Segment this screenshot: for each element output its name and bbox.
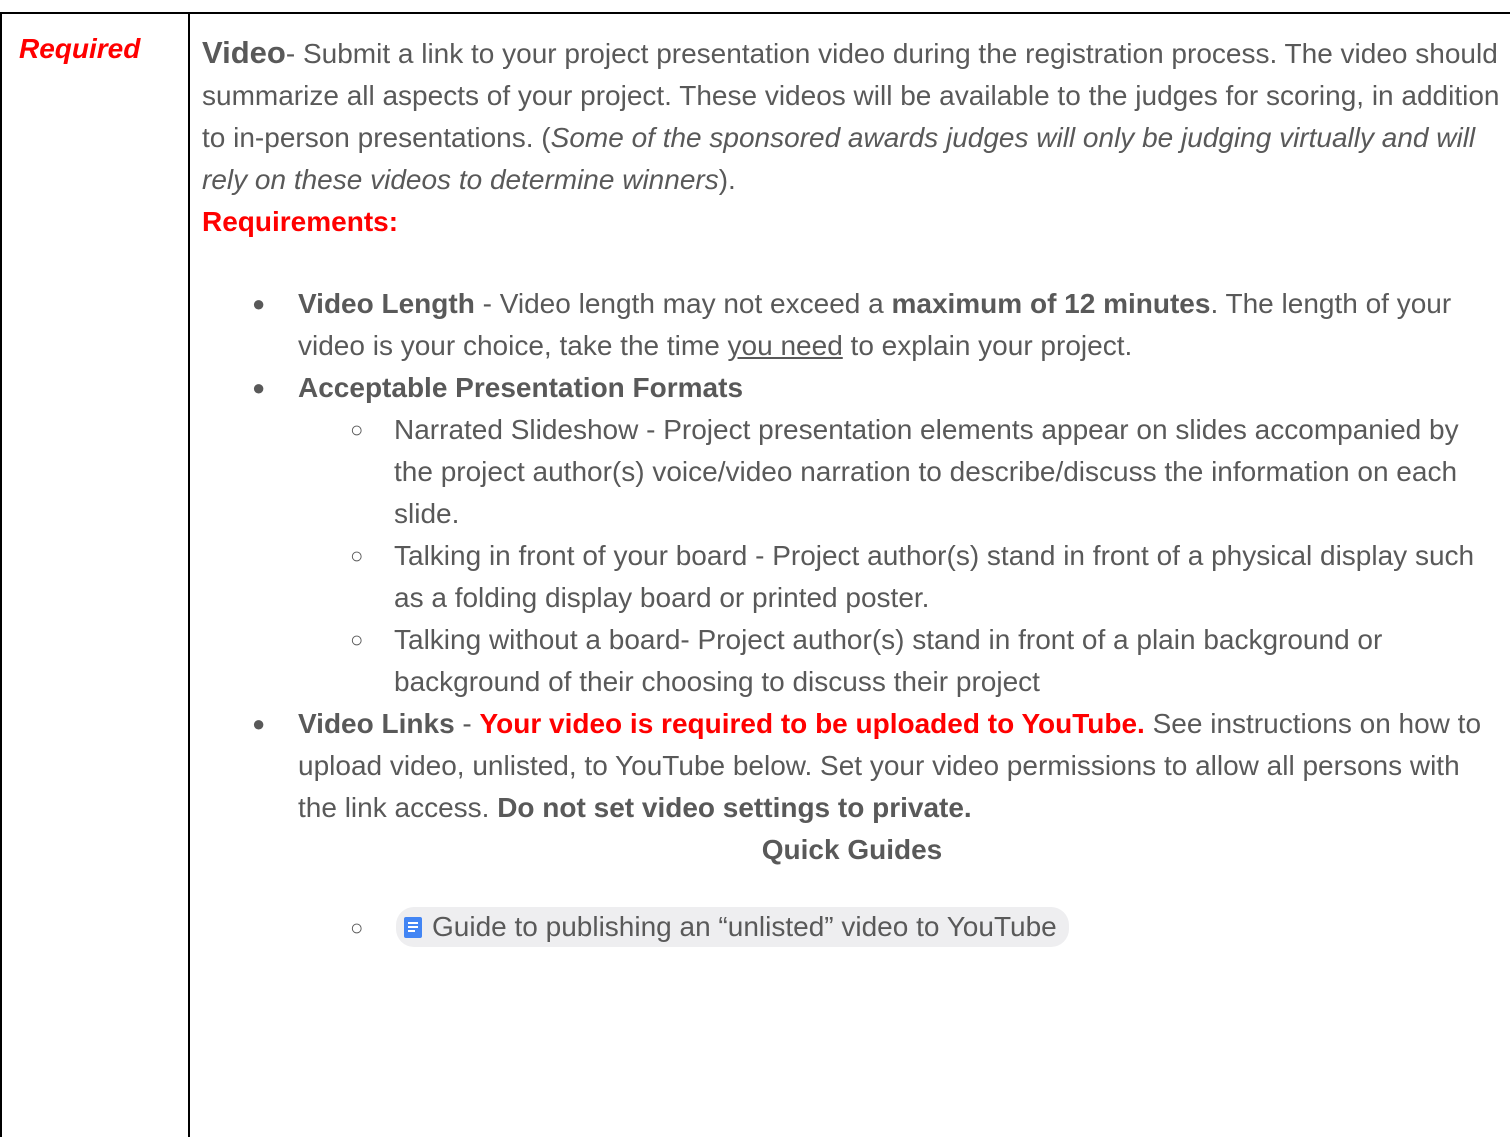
requirements-heading: Requirements: xyxy=(202,206,399,237)
bullet-icon: ● xyxy=(252,711,266,736)
bullet-icon: ● xyxy=(252,291,266,316)
guide-link-chip[interactable]: Guide to publishing an “unlisted” video … xyxy=(396,907,1069,947)
format-item-no-board: ○ Talking without a board- Project author… xyxy=(298,619,1502,703)
private-warning: Do not set video settings to private. xyxy=(497,792,972,823)
intro-closing: ). xyxy=(718,164,736,195)
video-length-text-3: to explain your project. xyxy=(842,330,1133,361)
list-item-video-length: ● Video Length - Video length may not ex… xyxy=(202,283,1502,367)
list-item-formats: ● Acceptable Presentation Formats ○ Narra… xyxy=(202,367,1502,703)
format-item-board: ○ Talking in front of your board - Projec… xyxy=(298,535,1502,619)
video-links-dash: - xyxy=(454,708,480,739)
you-need-underlined: you need xyxy=(727,330,843,361)
video-length-text: - Video length may not exceed a xyxy=(474,288,892,319)
format-item-text: Talking without a board- Project author(… xyxy=(394,624,1383,697)
hollow-bullet-icon: ○ xyxy=(350,627,364,652)
list-item-video-links: ● Video Links - Your video is required t… xyxy=(202,703,1502,829)
format-item-text: Narrated Slideshow - Project presentatio… xyxy=(394,414,1459,529)
video-title: Video xyxy=(202,35,286,70)
hollow-bullet-icon: ○ xyxy=(350,417,364,442)
bullet-icon: ● xyxy=(252,375,266,400)
video-links-label: Video Links xyxy=(298,708,455,739)
format-item-slideshow: ○ Narrated Slideshow - Project presentati… xyxy=(298,409,1502,535)
doc-icon xyxy=(404,916,422,938)
max-duration: maximum of 12 minutes xyxy=(891,288,1211,319)
format-item-text: Talking in front of your board - Project… xyxy=(394,540,1475,613)
video-length-label: Video Length xyxy=(298,288,475,319)
hollow-bullet-icon: ○ xyxy=(350,543,364,568)
youtube-requirement: Your video is required to be uploaded to… xyxy=(479,708,1145,739)
requirements-list: ● Video Length - Video length may not ex… xyxy=(202,283,1502,829)
intro-paragraph: Video- Submit a link to your project pre… xyxy=(202,32,1502,201)
quick-guides-heading: Quick Guides xyxy=(761,834,943,865)
required-label: Required xyxy=(19,33,141,64)
column-divider xyxy=(188,12,190,1137)
content-cell: Video- Submit a link to your project pre… xyxy=(202,32,1502,949)
formats-sublist: ○ Narrated Slideshow - Project presentati… xyxy=(298,409,1502,703)
hollow-bullet-icon: ○ xyxy=(350,915,364,940)
document-page: Required Video- Submit a link to your pr… xyxy=(0,0,1510,1137)
formats-label: Acceptable Presentation Formats xyxy=(298,372,744,403)
guide-list-item: ○ Guide to publishing an “unlisted” vide… xyxy=(202,907,1502,949)
guide-link-label: Guide to publishing an “unlisted” video … xyxy=(432,911,1057,942)
